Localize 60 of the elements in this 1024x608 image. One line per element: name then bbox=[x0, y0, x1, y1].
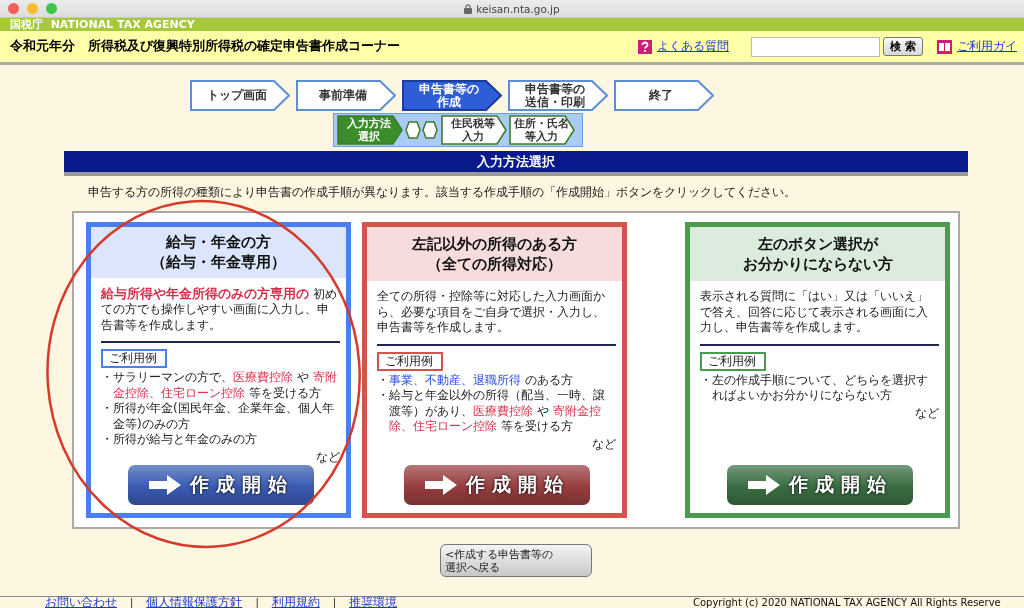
minimize-button[interactable] bbox=[27, 3, 38, 14]
step-tab[interactable]: 申告書等の 作成 bbox=[402, 80, 502, 111]
help-icon bbox=[638, 39, 652, 54]
example-item: ・左の作成手順について、どちらを選択すればよいかお分かりにならない方 bbox=[700, 372, 929, 404]
lock-icon bbox=[464, 3, 473, 14]
search-button[interactable]: 検 索 bbox=[883, 37, 923, 56]
faq-link[interactable]: よくある質問 bbox=[657, 38, 729, 55]
card-title: お分かりにならない方 bbox=[742, 254, 893, 274]
card-title: （全ての所得対応） bbox=[427, 254, 562, 274]
separator-text: | bbox=[332, 597, 337, 608]
etc-text: など bbox=[591, 436, 616, 452]
examples-label: ご利用例 bbox=[377, 351, 443, 371]
arrow-icon bbox=[746, 474, 781, 496]
card-description: 給与所得や年金所得のみの方専用の 初めての方でも操作しやすい画面に入力し、申告書等を作成します。 bbox=[101, 285, 338, 333]
examples-label: ご利用例 bbox=[101, 349, 167, 368]
separator-text: | bbox=[255, 597, 259, 608]
card-title: 給与・年金の方 bbox=[166, 232, 271, 253]
arrow-icon bbox=[423, 474, 458, 496]
card-title: 左記以外の所得のある方 bbox=[412, 234, 577, 254]
example-item: ・サラリーマンの方で、医療費控除 や 寄附金控除、住宅ローン控除 等を受ける方 bbox=[101, 370, 338, 401]
card-title: 左のボタン選択が bbox=[757, 234, 878, 254]
footer-link[interactable]: 利用規約 bbox=[271, 594, 320, 608]
back-button[interactable]: <作成する申告書等の 選択へ戻る bbox=[440, 544, 592, 577]
footer-link[interactable]: 個人情報保護方針 bbox=[146, 594, 243, 608]
search-field[interactable] bbox=[751, 36, 880, 57]
start-button[interactable]: 作成開始 bbox=[127, 465, 314, 505]
card-title: （給与・年金専用） bbox=[151, 252, 286, 273]
example-item: ・所得が給与と年金のみの方 bbox=[101, 432, 258, 448]
book-icon bbox=[937, 39, 952, 54]
etc-text: など bbox=[914, 405, 939, 421]
substep-tab[interactable]: 入力方法 選択 bbox=[337, 115, 403, 145]
arrow-icon bbox=[147, 474, 182, 496]
footer-link[interactable]: 推奨環境 bbox=[349, 594, 398, 608]
instruction-text: 申告する方の所得の種類により申告書の作成手順が異なります。該当する作成手順の「作成開始」ボタンをクリックしてください。 bbox=[88, 186, 796, 199]
separator-text: | bbox=[130, 597, 134, 608]
start-button[interactable]: 作成開始 bbox=[403, 465, 590, 505]
agency-banner: 国税庁 NATIONAL TAX AGENCY bbox=[0, 18, 1024, 31]
footer-link[interactable]: お問い合わせ bbox=[45, 594, 117, 608]
steps-dots-icon bbox=[405, 121, 439, 139]
card-description: 全ての所得・控除等に対応した入力画面から、必要な項目をご自身で選択・入力し、申告書等を作成します。 bbox=[377, 289, 606, 336]
step-tab[interactable]: 申告書等の 送信・印刷 bbox=[508, 80, 608, 111]
copyright-text: Copyright (c) 2020 NATIONAL TAX AGENCY All Rights Reserve bbox=[693, 597, 1001, 608]
address-text: keisan.nta.go.jp bbox=[476, 2, 560, 15]
example-item: ・事業、不動産、退職所得 のある方 bbox=[377, 372, 574, 388]
guide-link[interactable]: ご利用ガイ bbox=[957, 38, 1017, 55]
etc-text: など bbox=[315, 449, 340, 465]
example-item: ・所得が年金(国民年金、企業年金、個人年金等)のみの方 bbox=[101, 401, 335, 432]
zoom-button[interactable] bbox=[46, 3, 57, 14]
substep-tab[interactable]: 住民税等 入力 bbox=[441, 115, 507, 145]
substep-tab[interactable]: 住所・氏名 等入力 bbox=[509, 115, 575, 145]
step-tab[interactable]: トップ画面 bbox=[190, 80, 290, 111]
step-tab[interactable]: 事前準備 bbox=[296, 80, 396, 111]
examples-label: ご利用例 bbox=[700, 351, 766, 371]
close-button[interactable] bbox=[8, 3, 19, 14]
step-tab[interactable]: 終了 bbox=[614, 80, 714, 111]
card-description: 表示される質問に「はい」又は「いいえ」で答え、回答に応じて表示される画面に入力し、申告書等を作成します。 bbox=[700, 289, 929, 336]
start-button[interactable]: 作成開始 bbox=[726, 465, 913, 505]
example-item: ・給与と年金以外の所得（配当、一時、譲渡等）があり、医療費控除 や 寄附金控除、住宅ローン控除 等を受ける方 bbox=[377, 388, 606, 435]
section-title: 入力方法選択 bbox=[64, 151, 968, 176]
page-title: 令和元年分 所得税及び復興特別所得税の確定申告書作成コーナー bbox=[10, 38, 401, 55]
